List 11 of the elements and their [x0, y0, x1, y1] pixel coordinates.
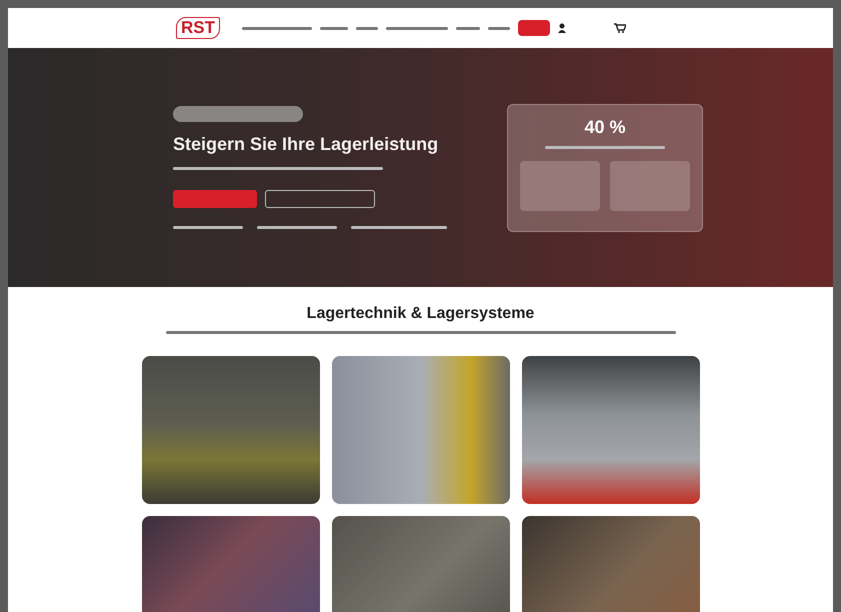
logo[interactable]: RST [176, 17, 220, 39]
category-card[interactable] [332, 356, 510, 504]
category-card[interactable] [522, 356, 700, 504]
hero-title: Steigern Sie Ihre Lagerleistung [173, 134, 440, 155]
shop-button[interactable] [518, 20, 550, 36]
category-card[interactable] [142, 356, 320, 504]
user-icon[interactable] [558, 23, 566, 33]
section-title: Lagertechnik & Lagersysteme [306, 305, 536, 323]
cart-icon[interactable] [614, 23, 626, 33]
stat-value: 40 % [583, 116, 627, 138]
secondary-button[interactable] [265, 190, 375, 208]
